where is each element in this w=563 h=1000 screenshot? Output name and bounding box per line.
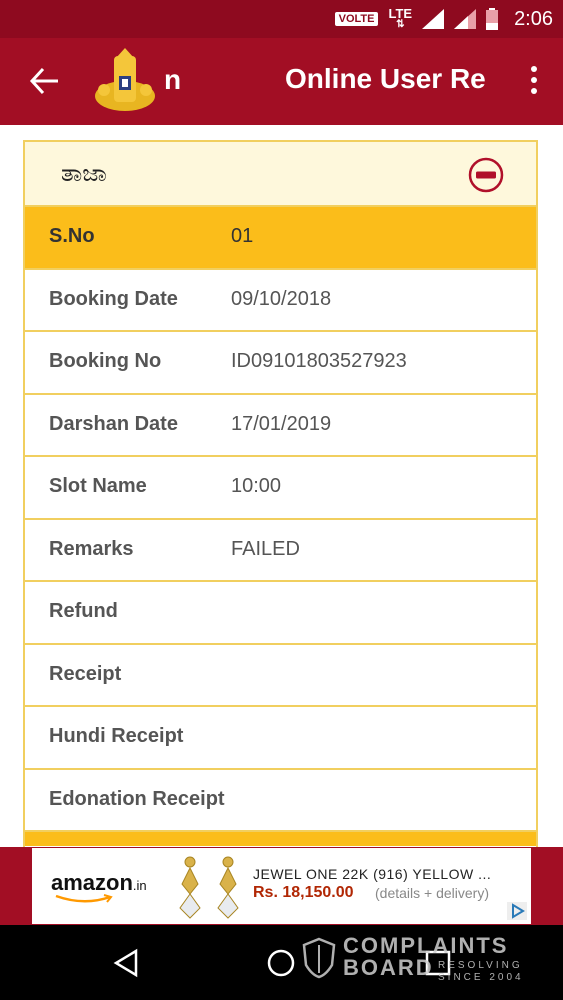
- signal-icon: [422, 9, 445, 29]
- amazon-smile-icon: [55, 894, 113, 903]
- signal-icon: [454, 9, 477, 29]
- row-label: Darshan Date: [49, 412, 178, 435]
- next-card-strip: [25, 832, 536, 846]
- clock: 2:06: [514, 7, 553, 30]
- row-slot-name: Slot Name 10:00: [25, 457, 536, 520]
- row-label: Booking No: [49, 350, 162, 372]
- card-header-label: ತಾಜಾ: [61, 159, 107, 187]
- row-darshan-date: Darshan Date 17/01/2019: [25, 394, 536, 457]
- ad-choices-icon[interactable]: [507, 902, 527, 920]
- row-booking-date: Booking Date 09/10/2018: [25, 269, 536, 332]
- row-value: 01: [231, 225, 254, 247]
- row-remarks: Remarks FAILED: [25, 519, 536, 582]
- row-booking-no: Booking No ID09101803527923: [25, 332, 536, 395]
- row-value: 09/10/2018: [231, 287, 332, 310]
- row-refund[interactable]: Refund: [25, 582, 536, 645]
- nav-home-icon[interactable]: [266, 948, 296, 978]
- watermark: COMPLAINTS BOARD RESOLVING SINCE 2004: [343, 933, 524, 983]
- volte-badge: VOLTE: [334, 12, 379, 26]
- card-header[interactable]: ತಾಜಾ: [25, 142, 536, 207]
- app-bar: n Online User Re: [0, 38, 563, 125]
- amazon-ad-banner[interactable]: amazon.in JEWEL ONE 22K (916) YELLOW ...…: [32, 848, 531, 924]
- row-value: 17/01/2019: [231, 412, 332, 435]
- row-label: Remarks: [49, 537, 134, 560]
- overflow-menu-icon[interactable]: [529, 66, 539, 98]
- ad-title: JEWEL ONE 22K (916) YELLOW ...: [253, 866, 492, 882]
- row-label: Booking Date: [49, 287, 178, 310]
- row-value: ID09101803527923: [231, 350, 407, 372]
- navigation-bar: COMPLAINTS BOARD RESOLVING SINCE 2004: [0, 925, 563, 1000]
- battery-icon: [486, 8, 499, 30]
- booking-card: ತಾಜಾ S.No 01 Booking Date 09/10/2018 Booki…: [23, 140, 538, 847]
- watermark-shield-icon: [302, 937, 336, 979]
- row-label: Receipt: [49, 662, 122, 685]
- earrings-image: [179, 856, 239, 919]
- row-label: Slot Name: [49, 475, 147, 497]
- row-label: Hundi Receipt: [49, 725, 184, 747]
- row-receipt[interactable]: Receipt: [25, 644, 536, 707]
- row-value: 10:00: [231, 475, 282, 497]
- back-arrow-icon[interactable]: [28, 62, 62, 100]
- row-label: S.No: [49, 225, 95, 247]
- lte-indicator: LTE ⇅: [388, 6, 413, 30]
- status-bar: VOLTE LTE ⇅ 2:06: [0, 0, 563, 38]
- row-label: Refund: [49, 600, 118, 622]
- logo-text-fragment: n: [164, 64, 182, 95]
- temple-logo: [95, 48, 155, 111]
- row-label: Edonation Receipt: [49, 787, 225, 810]
- row-value: FAILED: [231, 537, 300, 560]
- page-title: Online User Re: [285, 63, 486, 94]
- row-sno: S.No 01: [25, 207, 536, 270]
- collapse-minus-icon[interactable]: [468, 157, 504, 193]
- ad-price: Rs. 18,150.00: [253, 884, 354, 901]
- amazon-logo: amazon.in: [51, 870, 147, 895]
- nav-back-icon[interactable]: [113, 948, 139, 978]
- row-edonation-receipt[interactable]: Edonation Receipt: [25, 769, 536, 832]
- ad-details-link[interactable]: (details + delivery): [375, 885, 489, 901]
- row-hundi-receipt[interactable]: Hundi Receipt: [25, 707, 536, 770]
